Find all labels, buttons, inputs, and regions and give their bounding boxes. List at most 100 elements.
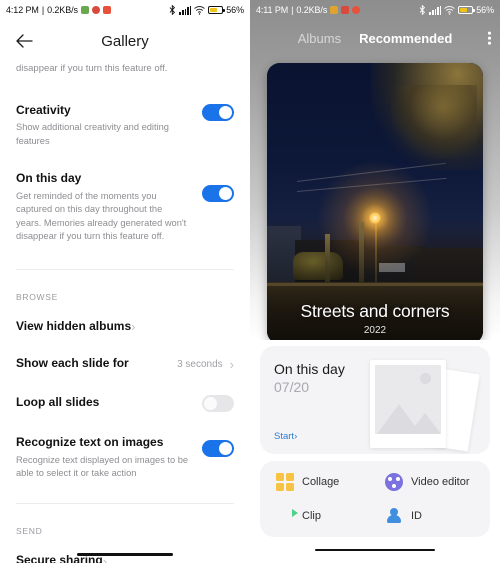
memory-year: 2022 [363, 325, 387, 336]
chevron-right-icon: › [229, 356, 234, 372]
status-time: 4:12 PM [6, 5, 39, 15]
tab-albums[interactable]: Albums [298, 31, 341, 46]
status-net-speed: 0.2KB/s [296, 5, 328, 15]
on-this-day-card[interactable]: On this day 07/20 Start› [260, 346, 490, 454]
clip-icon [276, 507, 294, 525]
wifi-icon [194, 5, 205, 15]
top-gradient-area: 4:11 PM | 0.2KB/s 56% Albums Recommended… [250, 0, 500, 344]
row-subtitle: Get reminded of the moments you captured… [16, 190, 187, 242]
status-bar-right-group: 56% [169, 5, 244, 15]
memory-photo-card[interactable]: Streets and corners 2022 [267, 63, 483, 344]
section-label-send: SEND [16, 526, 43, 537]
sun-shape-icon [420, 373, 431, 384]
tool-label: Clip [302, 510, 321, 522]
mountain-shape-b [409, 413, 441, 434]
memory-caption: Streets and corners [300, 301, 450, 321]
app-badge-icon [352, 6, 361, 14]
battery-icon [208, 6, 225, 14]
chevron-right-icon: › [102, 553, 108, 563]
row-title: Show each slide for [16, 356, 129, 371]
status-bar-left-group: 4:12 PM | 0.2KB/s [6, 5, 111, 15]
battery-percent: 56% [226, 5, 244, 15]
dual-screenshot-composite: 4:12 PM | 0.2KB/s 56% Gallery disappear … [0, 0, 500, 563]
row-title: On this day [16, 171, 82, 186]
tool-label: Video editor [411, 476, 470, 488]
lead-description-text: disappear if you turn this feature off. [16, 63, 168, 74]
photo-tree-canopy-secondary [391, 85, 477, 159]
kebab-menu-icon[interactable] [488, 31, 491, 45]
tool-label: ID [411, 510, 422, 522]
app-badge-icon [102, 6, 111, 14]
recommended-content: On this day 07/20 Start› Collage Video e… [250, 340, 500, 563]
left-panel-gallery-settings: 4:12 PM | 0.2KB/s 56% Gallery disappear … [0, 0, 250, 563]
row-body: Creativity Show additional creativity an… [16, 103, 202, 149]
setting-row-recognize-text[interactable]: Recognize text on images Recognize text … [16, 423, 234, 490]
tool-id-photo[interactable]: ID [375, 507, 484, 525]
toggle-knob [219, 105, 232, 119]
record-dot-icon [91, 6, 100, 14]
collage-icon [276, 473, 294, 491]
chevron-right-icon: › [131, 319, 136, 335]
battery-icon [458, 6, 475, 14]
app-dot-icon [330, 6, 339, 14]
photo-street-lamp [369, 212, 381, 224]
toggle-on-this-day[interactable] [202, 185, 234, 203]
right-panel-gallery-recommended: 4:11 PM | 0.2KB/s 56% Albums Recommended… [250, 0, 500, 563]
back-arrow-icon[interactable] [4, 21, 44, 61]
row-subtitle: Show additional creativity and editing f… [16, 122, 169, 146]
tools-grid: Collage Video editor Clip ID [266, 473, 484, 525]
polaroid-front [370, 360, 446, 448]
placeholder-image-icon [375, 365, 441, 434]
record-dot-icon [341, 6, 350, 14]
status-net-speed: 0.2KB/s [47, 5, 78, 15]
signal-icon [429, 5, 442, 15]
on-this-day-start-link[interactable]: Start› [274, 431, 297, 442]
app-dot-icon [80, 6, 89, 14]
signal-icon [179, 5, 192, 15]
settings-list: disappear if you turn this feature off. … [0, 62, 250, 563]
toggle-creativity[interactable] [202, 103, 234, 121]
setting-row-loop-all-slides[interactable]: Loop all slides [16, 383, 234, 423]
row-value: 3 seconds [177, 358, 223, 370]
row-body: Recognize text on images Recognize text … [16, 435, 202, 481]
setting-row-show-each-slide-for[interactable]: Show each slide for 3 seconds › [16, 345, 234, 383]
status-bar-left: 4:12 PM | 0.2KB/s 56% [0, 0, 250, 20]
setting-row-view-hidden-albums[interactable]: View hidden albums › [16, 308, 234, 346]
toggle-knob [219, 187, 232, 201]
status-bar-left-group: 4:11 PM | 0.2KB/s [256, 5, 361, 15]
tab-bar: Albums Recommended [250, 20, 500, 56]
section-label-browse: BROWSE [16, 291, 58, 302]
wifi-icon [444, 5, 455, 15]
row-body: On this day Get reminded of the moments … [16, 171, 202, 243]
status-bar-right: 4:11 PM | 0.2KB/s 56% [250, 0, 500, 20]
video-editor-icon [385, 473, 403, 491]
app-bar: Gallery [0, 20, 250, 62]
id-photo-icon [385, 507, 403, 525]
setting-row-creativity[interactable]: Creativity Show additional creativity an… [16, 94, 234, 158]
status-bar-right-group: 56% [419, 5, 494, 15]
bluetooth-icon [419, 5, 426, 15]
row-title: Recognize text on images [16, 434, 164, 449]
row-subtitle: Recognize text displayed on images to be… [16, 454, 189, 479]
bluetooth-icon [169, 5, 176, 15]
navigation-bar-handle[interactable] [77, 553, 173, 556]
status-time: 4:11 PM [256, 5, 289, 15]
row-title: Loop all slides [16, 395, 100, 410]
tool-video-editor[interactable]: Video editor [375, 473, 484, 491]
row-title: View hidden albums [16, 318, 132, 333]
photo-stack-illustration [366, 360, 480, 452]
setting-row-on-this-day[interactable]: On this day Get reminded of the moments … [16, 157, 234, 252]
start-label: Start [274, 431, 295, 442]
tool-clip[interactable]: Clip [266, 507, 375, 525]
toggle-recognize-text[interactable] [202, 439, 234, 457]
tab-recommended[interactable]: Recommended [359, 31, 452, 46]
tools-card: Collage Video editor Clip ID [260, 461, 490, 537]
tool-label: Collage [302, 476, 340, 488]
toggle-knob [219, 441, 232, 455]
navigation-bar-handle[interactable] [315, 549, 435, 551]
start-chevron-icon: › [294, 431, 298, 442]
tool-collage[interactable]: Collage [266, 473, 375, 491]
toggle-knob [204, 396, 217, 410]
status-separator: | [291, 5, 294, 15]
toggle-loop-all-slides[interactable] [202, 394, 234, 412]
